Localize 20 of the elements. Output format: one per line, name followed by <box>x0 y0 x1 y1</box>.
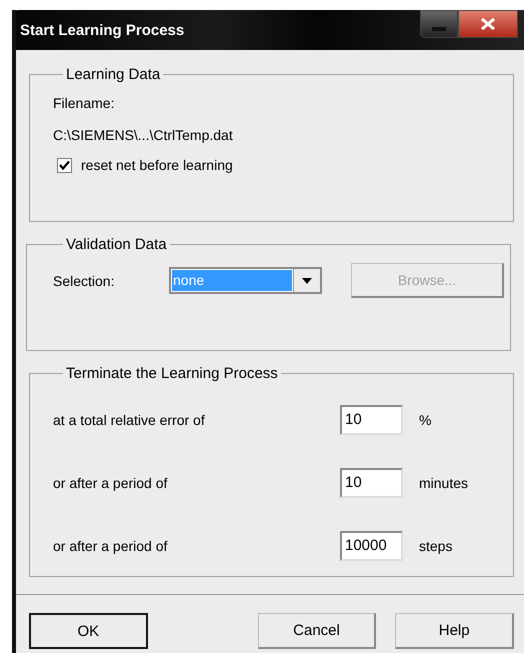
value-field[interactable]: 10000 <box>340 530 403 560</box>
group-title: Validation Data <box>65 236 168 253</box>
filename-label: Filename: <box>53 95 116 113</box>
group-title: Terminate the Learning Process <box>65 365 279 382</box>
dialog-button[interactable]: Help <box>395 613 514 649</box>
window-title: Start Learning Process <box>19 22 184 38</box>
file-path: C:\SIEMENS\...\CtrlTemp.dat <box>53 127 234 145</box>
unit-label: % <box>419 412 432 428</box>
value-field[interactable]: 10 <box>340 468 403 498</box>
criterion-label: or after a period of <box>53 474 168 490</box>
checkbox-label: reset net before learning <box>81 157 233 173</box>
group-title: Learning Data <box>65 66 162 83</box>
value-field[interactable]: 10 <box>340 404 403 434</box>
unit-label: steps <box>419 538 452 554</box>
criterion-label: or after a period of <box>53 538 168 554</box>
dialog-button[interactable]: OK <box>29 613 148 649</box>
selection-label: Selection: <box>53 272 116 288</box>
unit-label: minutes <box>419 474 468 490</box>
criterion-label: at a total relative error of <box>53 412 206 428</box>
dialog-button[interactable]: Cancel <box>258 613 376 649</box>
